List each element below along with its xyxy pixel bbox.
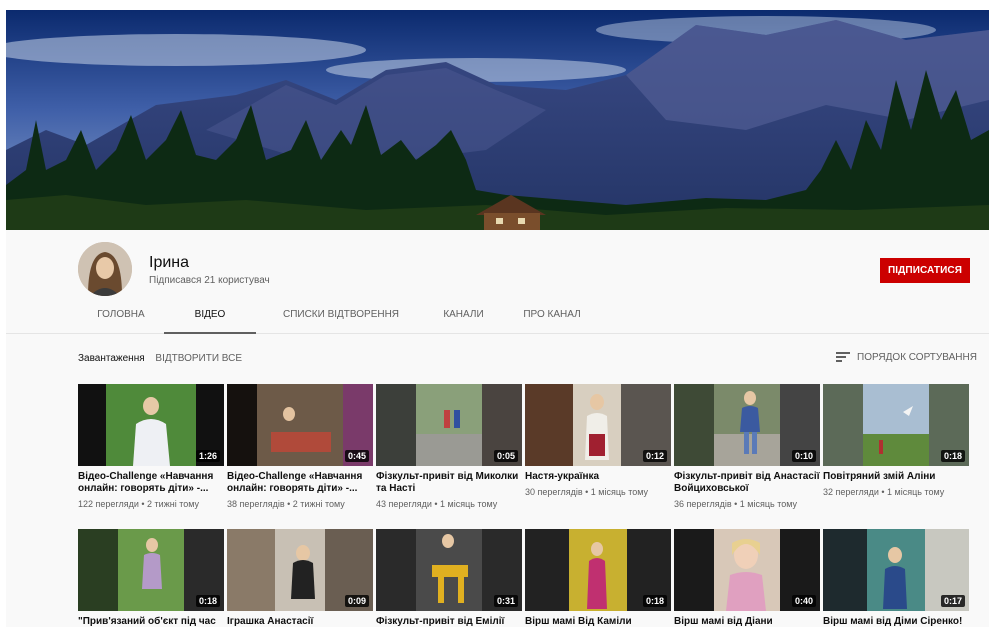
video-duration: 1:26 — [195, 450, 220, 462]
video-title[interactable]: Відео-Challenge «Навчання онлайн: говоря… — [78, 471, 224, 495]
video-duration: 0:45 — [344, 450, 369, 462]
uploads-toolbar: Завантаження ВІДТВОРИТИ ВСЕ — [78, 353, 242, 364]
avatar[interactable] — [78, 242, 132, 296]
video-duration: 0:31 — [493, 595, 518, 607]
video-title[interactable]: Фізкульт-привіт від Анастасії Войциховсь… — [674, 471, 820, 495]
video-thumbnail[interactable]: 0:31 — [376, 529, 522, 611]
video-duration: 0:10 — [791, 450, 816, 462]
video-meta: 36 переглядів • 1 місяць тому — [674, 499, 798, 509]
tab-videos[interactable]: ВІДЕО — [164, 302, 256, 334]
video-title[interactable]: Вірш мамі від Діми Сіренко! — [823, 616, 969, 627]
tab-channels[interactable]: КАНАЛИ — [426, 302, 501, 334]
video-duration: 0:18 — [940, 450, 965, 462]
sort-label: ПОРЯДОК СОРТУВАННЯ — [857, 351, 977, 363]
video-thumbnail[interactable]: 0:12 — [525, 384, 671, 466]
video-duration: 0:09 — [344, 595, 369, 607]
video-duration: 0:18 — [642, 595, 667, 607]
video-card[interactable]: 0:05 Фізкульт-привіт від Миколки та Наст… — [376, 384, 522, 509]
video-duration: 0:12 — [642, 450, 667, 462]
video-thumbnail[interactable]: 0:18 — [525, 529, 671, 611]
video-meta: 38 переглядів • 2 тижні тому — [227, 499, 345, 509]
channel-header: Ірина Підписався 21 користувач ПІДПИСАТИ… — [6, 230, 989, 334]
video-card[interactable]: 0:17 Вірш мамі від Діми Сіренко! — [823, 529, 969, 627]
video-title[interactable]: Вірш мамі Від Каміли — [525, 616, 671, 627]
video-title[interactable]: Настя-українка — [525, 471, 671, 483]
video-title[interactable]: Відео-Challenge «Навчання онлайн: говоря… — [227, 471, 373, 495]
video-card[interactable]: 0:10 Фізкульт-привіт від Анастасії Войци… — [674, 384, 820, 509]
video-thumbnail[interactable]: 0:40 — [674, 529, 820, 611]
video-card[interactable]: 0:18 "Прив'язаний об'єкт під час — [78, 529, 224, 627]
video-duration: 0:17 — [940, 595, 965, 607]
video-card[interactable]: 0:31 Фізкульт-привіт від Емілії — [376, 529, 522, 627]
video-thumbnail[interactable]: 0:18 — [78, 529, 224, 611]
video-title[interactable]: Фізкульт-привіт від Емілії — [376, 616, 522, 627]
tab-playlists[interactable]: СПИСКИ ВІДТВОРЕННЯ — [256, 302, 426, 334]
videos-section: Завантаження ВІДТВОРИТИ ВСЕ ПОРЯДОК СОРТ… — [6, 335, 989, 627]
video-card[interactable]: 0:18 Вірш мамі Від Каміли — [525, 529, 671, 627]
youtube-channel-page: Ірина Підписався 21 користувач ПІДПИСАТИ… — [6, 10, 989, 627]
video-thumbnail[interactable]: 0:09 — [227, 529, 373, 611]
video-thumbnail[interactable]: 0:18 — [823, 384, 969, 466]
play-all-button[interactable]: ВІДТВОРИТИ ВСЕ — [155, 353, 242, 364]
video-card[interactable]: 1:26 Відео-Challenge «Навчання онлайн: г… — [78, 384, 224, 509]
video-thumbnail[interactable]: 0:10 — [674, 384, 820, 466]
video-meta: 32 перегляди • 1 місяць тому — [823, 487, 945, 497]
channel-name: Ірина — [149, 254, 190, 271]
uploads-label: Завантаження — [78, 353, 145, 364]
video-card[interactable]: 0:45 Відео-Challenge «Навчання онлайн: г… — [227, 384, 373, 509]
sort-button[interactable]: ПОРЯДОК СОРТУВАННЯ — [836, 351, 977, 363]
tab-home[interactable]: ГОЛОВНА — [78, 302, 164, 334]
sort-icon — [836, 351, 850, 363]
channel-tabs: ГОЛОВНА ВІДЕО СПИСКИ ВІДТВОРЕННЯ КАНАЛИ … — [78, 302, 603, 334]
channel-banner — [6, 10, 989, 230]
video-title[interactable]: "Прив'язаний об'єкт під час — [78, 616, 224, 627]
tab-about[interactable]: ПРО КАНАЛ — [501, 302, 603, 334]
subscribe-button[interactable]: ПІДПИСАТИСЯ — [880, 258, 970, 283]
video-title[interactable]: Фізкульт-привіт від Миколки та Насті — [376, 471, 522, 495]
video-meta: 122 перегляди • 2 тижні тому — [78, 499, 200, 509]
subscriber-count: Підписався 21 користувач — [149, 275, 270, 286]
video-title[interactable]: Повітряний змій Аліни — [823, 471, 969, 483]
video-card[interactable]: 0:09 Іграшка Анастасії — [227, 529, 373, 627]
video-meta: 43 перегляди • 1 місяць тому — [376, 499, 498, 509]
video-duration: 0:05 — [493, 450, 518, 462]
video-thumbnail[interactable]: 0:05 — [376, 384, 522, 466]
video-thumbnail[interactable]: 0:17 — [823, 529, 969, 611]
avatar-image — [78, 242, 132, 296]
video-duration: 0:18 — [195, 595, 220, 607]
video-card[interactable]: 0:40 Вірш мамі від Діани — [674, 529, 820, 627]
video-thumbnail[interactable]: 0:45 — [227, 384, 373, 466]
video-title[interactable]: Іграшка Анастасії — [227, 616, 373, 627]
video-card[interactable]: 0:12 Настя-українка 30 переглядів • 1 мі… — [525, 384, 671, 497]
video-meta: 30 переглядів • 1 місяць тому — [525, 487, 649, 497]
banner-landscape-image — [6, 10, 989, 230]
video-duration: 0:40 — [791, 595, 816, 607]
video-title[interactable]: Вірш мамі від Діани — [674, 616, 820, 627]
video-card[interactable]: 0:18 Повітряний змій Аліни 32 перегляди … — [823, 384, 969, 497]
video-thumbnail[interactable]: 1:26 — [78, 384, 224, 466]
